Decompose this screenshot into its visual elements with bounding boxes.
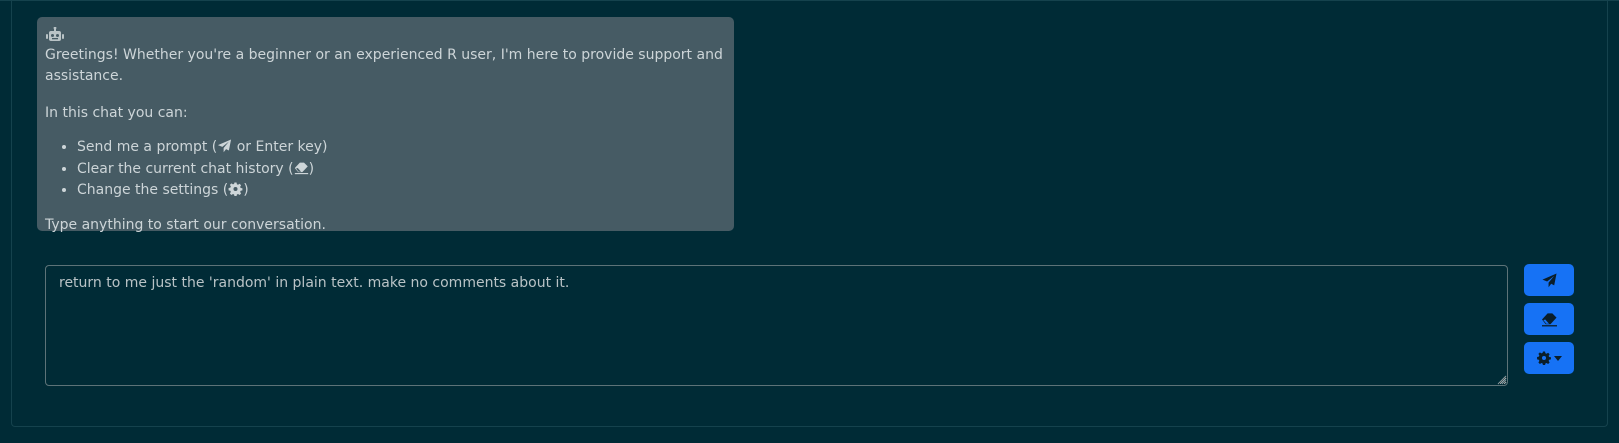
settings-dropdown-button[interactable] <box>1524 342 1574 374</box>
paper-plane-icon <box>218 139 232 153</box>
caret-down-icon <box>1553 355 1562 361</box>
robot-icon <box>46 27 64 41</box>
paper-plane-icon <box>1541 272 1557 287</box>
list-item: Clear the current chat history () <box>77 159 726 181</box>
assistant-message: Greetings! Whether you're a beginner or … <box>37 17 734 233</box>
intro-text: In this chat you can: <box>45 105 188 121</box>
capabilities-list: Send me a prompt ( or Enter key) Clear t… <box>45 137 726 202</box>
outro-text: Type anything to start our conversation. <box>45 216 326 233</box>
gear-icon <box>228 182 243 196</box>
list-item: Change the settings () <box>77 180 726 202</box>
greeting-text: Greetings! Whether you're a beginner or … <box>45 47 723 84</box>
list-item: Send me a prompt ( or Enter key) <box>77 137 726 159</box>
gear-icon <box>1536 351 1551 365</box>
eraser-icon <box>1541 312 1557 326</box>
prompt-input[interactable]: return to me just the 'random' in plain … <box>45 265 1508 386</box>
resize-handle-icon[interactable] <box>1497 375 1507 385</box>
send-button[interactable] <box>1524 264 1574 296</box>
eraser-icon <box>294 162 308 174</box>
clear-history-button[interactable] <box>1524 303 1574 335</box>
